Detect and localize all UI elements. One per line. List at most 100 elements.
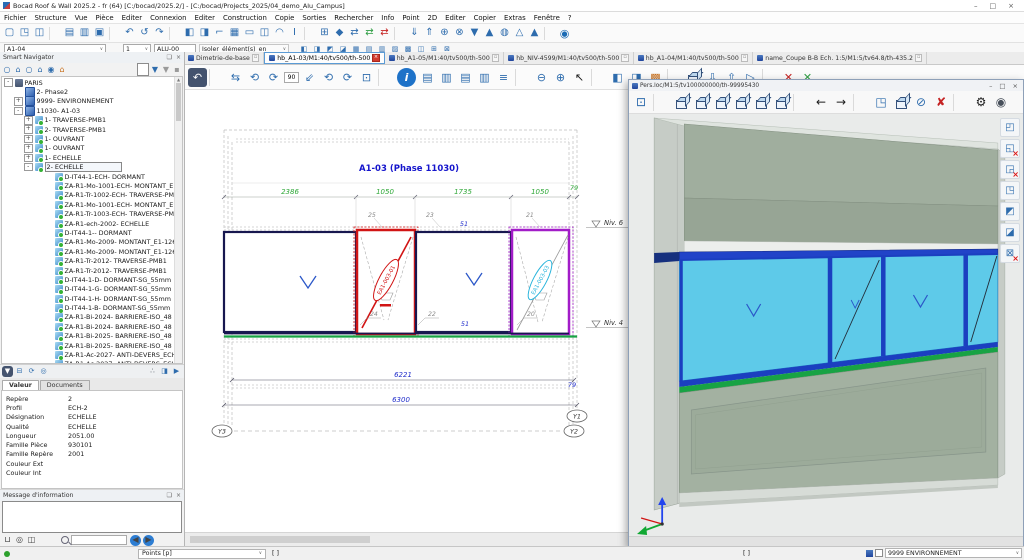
link-tool-icon[interactable]: ⇄ <box>347 26 362 41</box>
export-ifc-icon[interactable]: ⊗ <box>452 26 467 41</box>
view-cube-right-icon[interactable] <box>731 93 751 112</box>
wall-panel-icon[interactable]: ◧ <box>182 26 197 41</box>
dock-icon[interactable]: ❏ <box>167 492 172 499</box>
mirror-horizontal-icon[interactable]: ⟳ <box>338 68 357 87</box>
import-file-icon[interactable]: ⇓ <box>407 26 422 41</box>
separator[interactable] <box>851 93 871 112</box>
panel-sash-purple[interactable]: EA1-003-03 20 <box>509 227 573 337</box>
separator[interactable] <box>791 93 811 112</box>
tree-item[interactable]: D-IT44-1-G- DORMANT-SG_55mm <box>2 285 174 294</box>
scene-3d[interactable]: ◰ ◱ ◲ ◳ ◩ ◪ ⊠ <box>629 114 1023 536</box>
panel-fixed-1[interactable] <box>224 232 356 332</box>
tree-item[interactable]: ZA-R1-Bi-2025- BARRIERE-ISO_48 <box>2 341 174 350</box>
tree-item[interactable]: + 2- TRAVERSE-PMB1 <box>2 125 174 134</box>
view-cube-left-icon[interactable] <box>711 93 731 112</box>
menu-item[interactable]: Editer <box>441 14 469 22</box>
capture-pan-icon[interactable]: ◳ <box>1000 181 1020 200</box>
view-cube-top-icon[interactable] <box>751 93 771 112</box>
tree-item[interactable]: ZA-R1-Mo-1001-ECH- MONTANT_E1-126 <box>2 181 174 190</box>
view-cube-back-icon[interactable] <box>691 93 711 112</box>
document-tab[interactable]: hb_A1-05/M1:40/tv500/th-500 ▫ <box>385 52 505 64</box>
tree-expand-toggle[interactable]: + <box>24 144 33 153</box>
menu-item[interactable]: Fenêtre <box>530 14 564 22</box>
tree-scrollbar[interactable]: ▲ <box>174 77 182 363</box>
print-settings-icon[interactable]: ▥ <box>475 68 494 87</box>
document-tab[interactable]: hb_NIV-4599/M1:40/tv500/th-500 ▫ <box>504 52 634 64</box>
tab-close-icon[interactable]: ▫ <box>621 54 629 62</box>
tree-collapse-icon[interactable]: ⊟ <box>14 366 25 377</box>
save-view-icon[interactable]: ▤ <box>418 68 437 87</box>
menu-item[interactable]: Extras <box>500 14 530 22</box>
link-remove-icon[interactable]: ⇄ <box>377 26 392 41</box>
tree-item[interactable]: + 1- ECHELLE <box>2 153 174 162</box>
separator[interactable] <box>107 26 122 41</box>
nav-node-icon[interactable]: ○ <box>24 64 34 75</box>
mirror-vertical-icon[interactable]: ⟲ <box>319 68 338 87</box>
menu-item[interactable]: Editer <box>118 14 146 22</box>
tree-play-icon[interactable]: ▶ <box>171 366 182 377</box>
menu-item[interactable]: Vue <box>71 14 92 22</box>
tree-item[interactable]: ZA-R1-Mo-1001-ECH- MONTANT_E1-126 <box>2 200 174 209</box>
tab-close-icon[interactable]: ▫ <box>741 54 749 62</box>
separator[interactable] <box>589 68 608 87</box>
rotate-left-icon[interactable]: ⇆ <box>226 68 245 87</box>
profile-tool-icon[interactable]: Ι <box>287 26 302 41</box>
view-settings-icon[interactable]: ◧ <box>608 68 627 87</box>
close-icon[interactable]: × <box>176 492 181 499</box>
tree-settings-icon[interactable]: ◎ <box>38 366 49 377</box>
capture-grid-icon[interactable]: ◩ <box>1000 202 1020 221</box>
tree-item[interactable]: + 1- OUVRANT <box>2 144 174 153</box>
tree-item[interactable]: ZA-R1-Mo-2009- MONTANT_E1-126 <box>2 238 174 247</box>
scrollbar-thumb[interactable] <box>190 536 370 543</box>
menu-item[interactable]: ? <box>564 14 576 22</box>
zoom-out-icon[interactable]: ⊖ <box>532 68 551 87</box>
separator[interactable] <box>47 26 62 41</box>
capture-doc-icon[interactable]: ◪ <box>1000 223 1020 242</box>
tree-expand-toggle[interactable]: - <box>4 78 13 87</box>
tree-item[interactable]: ZA-R1-Tr-2012- TRAVERSE-PMB1 <box>2 266 174 275</box>
menu-item[interactable]: Copie <box>271 14 299 22</box>
save-icon[interactable]: ▤ <box>62 26 77 41</box>
menu-item[interactable]: Fichier <box>0 14 31 22</box>
tree-item[interactable]: - 2- ECHELLE <box>2 163 174 172</box>
nav-home-icon[interactable]: ⌂ <box>13 64 23 75</box>
menu-item[interactable]: Copier <box>470 14 500 22</box>
separator[interactable] <box>951 93 971 112</box>
tree-expand-toggle[interactable]: + <box>24 125 33 134</box>
rotate-up-icon[interactable]: ⟲ <box>245 68 264 87</box>
mcd-icon[interactable]: ◍ <box>497 26 512 41</box>
separator[interactable] <box>542 26 557 41</box>
frame-tool-icon[interactable]: ▦ <box>227 26 242 41</box>
tree-expand-toggle[interactable]: + <box>24 135 33 144</box>
tab-close-icon[interactable]: ▫ <box>252 54 260 62</box>
tree-refresh-icon[interactable]: ⟳ <box>26 366 37 377</box>
tree-item[interactable]: ZA-R1-Ac-2027- ANTI-DEVERS_ECH <box>2 350 174 359</box>
import-str-icon[interactable]: ▼ <box>467 26 482 41</box>
separator[interactable] <box>207 68 226 87</box>
document-tab[interactable]: hb_A1-04/M1:40/tv500/th-500 ▫ <box>634 52 754 64</box>
tree-item[interactable]: 2- Phase2 <box>2 87 174 96</box>
annotate-tool-icon[interactable]: ◆ <box>332 26 347 41</box>
skew-view-icon[interactable]: ⇙ <box>300 68 319 87</box>
redo-icon[interactable]: ↷ <box>152 26 167 41</box>
menu-item[interactable]: Editer <box>191 14 219 22</box>
print-icon[interactable]: ▤ <box>456 68 475 87</box>
door-tool-icon[interactable]: ◫ <box>257 26 272 41</box>
tree-item[interactable]: + 9999- ENVIRONNEMENT <box>2 97 174 106</box>
tab-close-icon[interactable]: ▫ <box>492 54 500 62</box>
wire-cube-icon[interactable] <box>891 93 911 112</box>
tab-close-icon[interactable]: ▫ <box>915 54 923 62</box>
menu-item[interactable]: Point <box>398 14 423 22</box>
tree-item[interactable]: ZA-R1-Bi-2025- BARRIERE-ISO_48 <box>2 332 174 341</box>
panel-fixed-2[interactable]: 22 51 <box>416 232 511 332</box>
minimize-button[interactable]: – <box>989 82 992 90</box>
tree-item[interactable]: ZA-R1-Bi-2024- BARRIERE-ISO_48 <box>2 322 174 331</box>
new-document-icon[interactable]: ▢ <box>2 26 17 41</box>
rotate-angle-icon[interactable]: ⟳ <box>264 68 283 87</box>
separator[interactable] <box>167 26 182 41</box>
tree-item[interactable]: - 11030- A1-03 <box>2 106 174 115</box>
message-copy-icon[interactable]: ◫ <box>26 535 37 546</box>
export-file-icon[interactable]: ⇑ <box>422 26 437 41</box>
select-text-icon[interactable]: ↖ <box>570 68 589 87</box>
tree-item[interactable]: ZA-R1-Tr-1002-ECH- TRAVERSE-PMB1 <box>2 191 174 200</box>
